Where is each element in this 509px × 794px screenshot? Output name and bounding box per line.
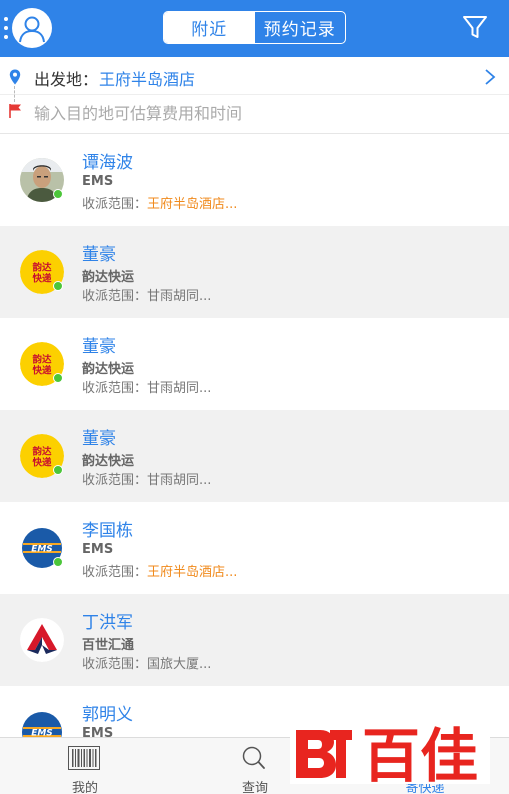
service-range: 收派范围：王府半岛酒店... [82,561,237,580]
online-status-dot [53,189,63,199]
destination-flag-icon [9,104,21,118]
online-status-dot [53,465,63,475]
svg-text:快递: 快递 [32,365,52,377]
tab-nearby[interactable]: 附近 [164,12,255,43]
service-range-value: 甘雨胡同... [147,473,212,488]
courier-avatar [20,158,64,202]
svg-text:百佳: 百佳 [362,722,478,784]
huitong-logo-icon [20,618,64,662]
user-icon [19,16,45,43]
list-item[interactable]: 韵达 快递 董豪 韵达快运 收派范围：甘雨胡同... [0,410,509,502]
watermark-icon: 百佳 [290,720,490,790]
courier-name: 李国栋 [82,521,133,541]
service-range-value: 甘雨胡同... [147,289,212,304]
list-item[interactable]: EMS 李国栋 EMS 收派范围：王府半岛酒店... [0,502,509,594]
svg-text:韵达: 韵达 [32,354,52,366]
service-range-label: 收派范围： [82,473,148,488]
courier-company: EMS [82,542,114,557]
service-range: 收派范围：王府半岛酒店... [82,193,237,212]
location-pin-icon [9,69,21,85]
nav-item-mine[interactable]: 我的 [0,738,170,794]
service-range-label: 收派范围： [82,657,148,672]
list-item[interactable]: 韵达 快递 董豪 韵达快运 收派范围：甘雨胡同... [0,226,509,318]
courier-name: 谭海波 [82,153,133,173]
search-icon [242,746,265,769]
baijia-watermark-logo: 百佳 [290,720,490,790]
tab-booking-records[interactable]: 预约记录 [255,12,346,43]
service-range-label: 收派范围： [82,565,148,580]
courier-name: 董豪 [82,245,116,265]
courier-company: 韵达快运 [82,362,135,377]
courier-avatar: EMS [20,526,64,570]
courier-name: 董豪 [82,337,116,357]
service-range-value: 王府半岛酒店... [147,197,238,212]
courier-avatar: EMS [20,710,64,737]
svg-text:EMS: EMS [31,729,53,738]
barcode-icon [68,746,100,770]
list-item[interactable]: 韵达 快递 董豪 韵达快运 收派范围：甘雨胡同... [0,318,509,410]
online-status-dot [53,373,63,383]
user-avatar-button[interactable] [12,8,52,48]
svg-text:EMS: EMS [31,545,53,555]
svg-text:韵达: 韵达 [32,446,52,458]
departure-value: 王府半岛酒店 [99,70,196,89]
list-item[interactable]: 谭海波 EMS 收派范围：王府半岛酒店... [0,134,509,226]
nav-label: 我的 [71,781,98,794]
destination-input[interactable] [34,100,474,126]
service-range: 收派范围：甘雨胡同... [82,285,211,304]
courier-company: 百世汇通 [82,638,135,653]
service-range-label: 收派范围： [82,381,148,396]
route-panel: 出发地： 王府半岛酒店 [0,57,509,134]
courier-avatar: 韵达 快递 [20,434,64,478]
list-item[interactable]: 丁洪军 百世汇通 收派范围：国旅大厦... [0,594,509,686]
service-range-label: 收派范围： [82,197,148,212]
more-menu-icon[interactable] [3,17,9,39]
courier-name: 丁洪军 [82,613,133,633]
courier-company: EMS [82,726,114,737]
ems-logo-icon: EMS [20,710,64,737]
courier-avatar: 韵达 快递 [20,342,64,386]
courier-name: 董豪 [82,429,116,449]
service-range: 收派范围：甘雨胡同... [82,377,211,396]
filter-icon[interactable] [460,12,490,42]
service-range-value: 王府半岛酒店... [147,565,238,580]
view-segmented-control: 附近 预约记录 [163,11,346,44]
courier-list: 谭海波 EMS 收派范围：王府半岛酒店... 韵达 快递 董豪 韵达快运 收派范… [0,134,509,737]
courier-company: 韵达快运 [82,454,135,469]
service-range-value: 甘雨胡同... [147,381,212,396]
route-connector [14,86,15,102]
online-status-dot [53,557,63,567]
svg-text:快递: 快递 [32,273,52,285]
top-app-bar: 附近 预约记录 [0,0,509,57]
courier-avatar: 韵达 快递 [20,250,64,294]
service-range-value: 国旅大厦... [147,657,212,672]
svg-text:快递: 快递 [32,457,52,469]
service-range-label: 收派范围： [82,289,148,304]
courier-company: 韵达快运 [82,270,135,285]
departure-row[interactable]: 出发地： 王府半岛酒店 [0,57,509,95]
service-range: 收派范围：国旅大厦... [82,653,211,672]
courier-name: 郭明义 [82,705,133,725]
courier-avatar [20,618,64,662]
svg-text:韵达: 韵达 [32,262,52,274]
online-status-dot [53,281,63,291]
chevron-right-icon [485,69,496,85]
departure-label: 出发地： [34,70,99,89]
service-range: 收派范围：甘雨胡同... [82,469,211,488]
courier-company: EMS [82,174,114,189]
